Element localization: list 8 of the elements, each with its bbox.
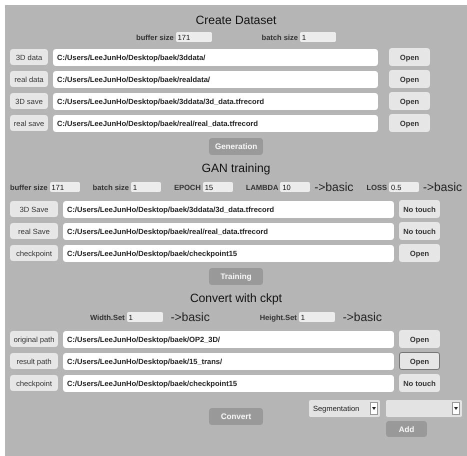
- hint-text: ->basic: [342, 310, 382, 324]
- section-title: Create Dataset: [196, 13, 276, 27]
- section-title: Convert with ckpt: [190, 291, 282, 305]
- hint-text: ->basic: [422, 180, 462, 194]
- hint-text: ->basic: [314, 180, 354, 194]
- hint-text: ->basic: [170, 310, 210, 324]
- dropdown[interactable]: [386, 400, 462, 417]
- section-title: GAN training: [202, 161, 270, 175]
